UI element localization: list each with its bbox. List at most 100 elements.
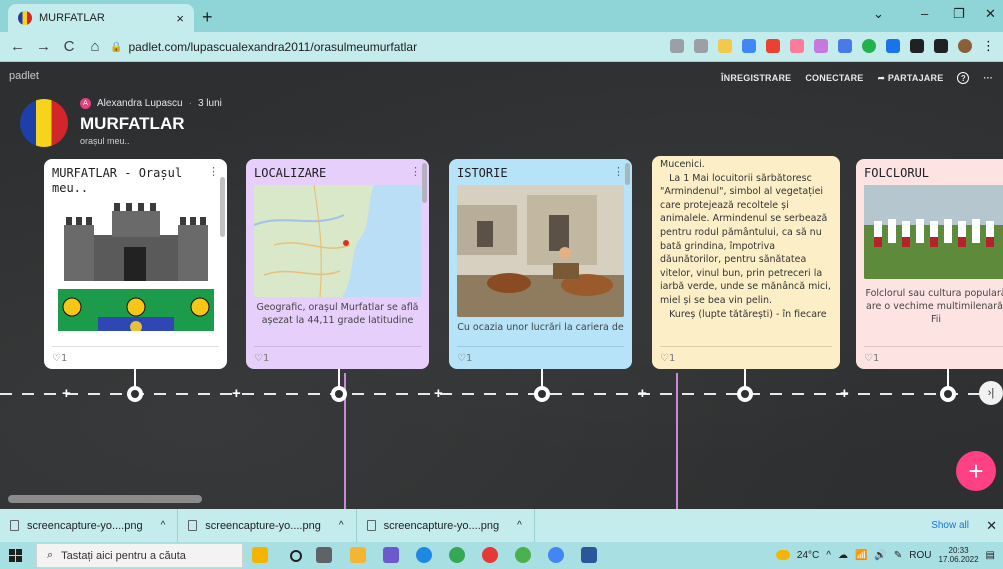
chevron-up-icon[interactable]: ^ xyxy=(517,520,522,531)
more-options-icon[interactable]: ··· xyxy=(983,73,993,83)
timeline-node[interactable] xyxy=(737,386,753,402)
restore-button[interactable]: ❐ xyxy=(953,6,965,22)
volume-icon[interactable]: 🔊 xyxy=(874,550,886,561)
post-card-murfatlar[interactable]: MURFATLAR - Orașul meu.. ⋮ ♡1 xyxy=(44,159,227,369)
add-post-icon[interactable]: + xyxy=(232,385,241,402)
card-text: Folclorul sau cultura populară are o vec… xyxy=(865,288,1003,325)
like-count[interactable]: ♡1 xyxy=(457,353,472,364)
chevron-up-icon[interactable]: ^ xyxy=(826,550,831,561)
pen-icon[interactable]: ✎ xyxy=(894,550,902,561)
puzzle-extensions-icon[interactable] xyxy=(910,39,924,53)
register-link[interactable]: ÎNREGISTRARE xyxy=(721,73,791,83)
tab-close-icon[interactable]: × xyxy=(176,11,184,26)
text-line: La 1 Mai locuitorii sărbătoresc "Arminde… xyxy=(660,172,834,306)
like-count[interactable]: ♡1 xyxy=(864,353,879,364)
notifications-icon[interactable]: ▤ xyxy=(986,550,995,561)
app-icon[interactable] xyxy=(383,547,399,563)
card-menu-icon[interactable]: ⋮ xyxy=(613,165,624,178)
download-item[interactable]: screencapture-yo....png ^ xyxy=(178,509,357,542)
post-card-istorie[interactable]: ISTORIE ⋮ Cu ocazia unor lucrări la cari… xyxy=(449,159,632,369)
forward-arrow-icon[interactable]: → xyxy=(36,38,51,55)
minimize-button[interactable]: – xyxy=(921,6,928,21)
clock[interactable]: 20:33 17.06.2022 xyxy=(939,546,979,564)
timeline-node[interactable] xyxy=(940,386,956,402)
timeline-node[interactable] xyxy=(534,386,550,402)
share-icon[interactable] xyxy=(694,39,708,53)
temperature[interactable]: 24°C xyxy=(797,550,819,561)
whatsapp-icon[interactable] xyxy=(515,547,531,563)
card-scrollbar[interactable] xyxy=(625,163,630,185)
like-count[interactable]: ♡1 xyxy=(52,353,67,364)
home-icon[interactable]: ⌂ xyxy=(88,38,102,55)
card-scrollbar[interactable] xyxy=(220,177,225,237)
profile-avatar-icon[interactable] xyxy=(958,39,972,53)
bookmark-star-icon[interactable] xyxy=(718,39,732,53)
browser-tab[interactable]: MURFATLAR × xyxy=(8,4,194,32)
chrome-icon[interactable] xyxy=(449,547,465,563)
search-icon: ⌕ xyxy=(47,549,54,561)
add-post-icon[interactable]: + xyxy=(840,385,849,402)
cortana-icon[interactable] xyxy=(290,550,302,562)
card-title: ISTORIE xyxy=(457,166,508,180)
padlet-logo[interactable]: padlet xyxy=(9,70,39,82)
chevron-up-icon[interactable]: ^ xyxy=(161,520,166,531)
show-all-link[interactable]: Show all xyxy=(931,520,969,531)
card-menu-icon[interactable]: ⋮ xyxy=(208,165,219,178)
taskbar: ⌕ Tastați aici pentru a căuta 24°C ^ ☁ 📶… xyxy=(0,542,1003,569)
language-indicator[interactable]: ROU xyxy=(909,550,931,561)
chevron-up-icon[interactable]: ^ xyxy=(339,520,344,531)
post-card-localizare[interactable]: LOCALIZARE ⋮ Geografic, orașul Murfatlar… xyxy=(246,159,429,369)
add-post-icon[interactable]: + xyxy=(62,385,71,402)
close-window-button[interactable]: ✕ xyxy=(985,6,996,22)
card-menu-icon[interactable]: ⋮ xyxy=(410,165,421,178)
date: 17.06.2022 xyxy=(938,555,979,564)
like-count[interactable]: ♡1 xyxy=(660,353,675,364)
screencastify-icon[interactable] xyxy=(886,39,900,53)
horizontal-scrollbar[interactable] xyxy=(8,495,202,503)
add-post-icon[interactable]: + xyxy=(638,385,647,402)
task-view-icon[interactable] xyxy=(316,547,332,563)
author-name: Alexandra Lupascu xyxy=(97,98,183,109)
back-arrow-icon[interactable]: ← xyxy=(10,38,25,55)
side-panel-icon[interactable] xyxy=(934,39,948,53)
new-tab-button[interactable]: + xyxy=(202,7,213,28)
windows-start-icon[interactable] xyxy=(9,549,22,562)
chrome-profile-icon[interactable] xyxy=(548,547,564,563)
taskbar-search[interactable]: ⌕ Tastați aici pentru a căuta xyxy=(36,543,243,568)
network-icon[interactable]: 📶 xyxy=(855,550,867,561)
add-post-icon[interactable]: + xyxy=(434,385,443,402)
tab-search-icon[interactable]: ⌄ xyxy=(873,6,884,22)
share-link[interactable]: ➦ PARTAJARE xyxy=(877,73,943,84)
reload-icon[interactable]: C xyxy=(62,38,76,55)
drive-extension-icon[interactable] xyxy=(742,39,756,53)
file-explorer-icon[interactable] xyxy=(350,547,366,563)
word-icon[interactable] xyxy=(581,547,597,563)
add-post-fab[interactable]: + xyxy=(956,451,996,491)
login-link[interactable]: CONECTARE xyxy=(805,73,863,83)
weather-widget-icon[interactable] xyxy=(252,547,268,563)
browser-menu-icon[interactable]: ⋮ xyxy=(982,38,995,54)
opera-icon[interactable] xyxy=(482,547,498,563)
jump-to-end-button[interactable]: ›| xyxy=(979,381,1003,405)
download-item[interactable]: screencapture-yo....png ^ xyxy=(357,509,535,542)
url-text: padlet.com/lupascualexandra2011/orasulme… xyxy=(128,40,418,54)
file-icon xyxy=(188,520,198,531)
timeline-node[interactable] xyxy=(331,386,347,402)
post-card-traditii[interactable]: Mucenici. La 1 Mai locuitorii sărbătores… xyxy=(652,156,840,369)
blue-extension-icon[interactable] xyxy=(838,39,852,53)
green-extension-icon[interactable] xyxy=(862,39,876,53)
purple-extension-icon[interactable] xyxy=(814,39,828,53)
timeline-node[interactable] xyxy=(127,386,143,402)
close-downloads-icon[interactable]: ✕ xyxy=(986,518,997,534)
post-card-folclorul[interactable]: FOLCLORUL Folclorul sau cultura populară… xyxy=(856,159,1003,369)
edge-icon[interactable] xyxy=(416,547,432,563)
url-field[interactable]: 🔒 padlet.com/lupascualexandra2011/orasul… xyxy=(110,37,710,57)
onedrive-icon[interactable]: ☁ xyxy=(838,550,848,561)
download-item[interactable]: screencapture-yo....png ^ xyxy=(0,509,179,542)
pink-extension-icon[interactable] xyxy=(790,39,804,53)
help-icon[interactable]: ? xyxy=(957,72,970,84)
install-app-icon[interactable] xyxy=(670,39,684,53)
red-extension-icon[interactable] xyxy=(766,39,780,53)
like-count[interactable]: ♡1 xyxy=(254,353,269,364)
card-scrollbar[interactable] xyxy=(422,163,427,203)
